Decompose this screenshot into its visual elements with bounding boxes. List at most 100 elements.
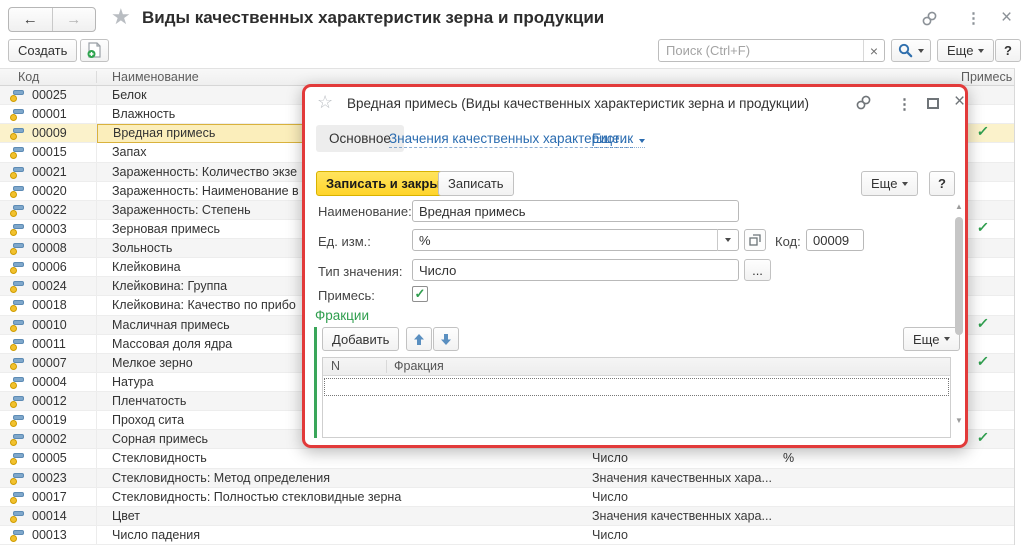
catalog-item-icon <box>11 281 24 293</box>
value-type-field-input[interactable] <box>412 259 739 281</box>
catalog-item-icon <box>11 128 24 140</box>
fractions-table-header: N Фракция <box>323 358 950 376</box>
catalog-item-icon <box>11 453 24 465</box>
cell-name: Пленчатость <box>112 394 186 408</box>
search-button[interactable] <box>891 39 931 62</box>
save-button[interactable]: Записать <box>438 171 514 196</box>
column-separator <box>386 360 387 373</box>
table-row[interactable]: 00014 Цвет Значения качественных хара...… <box>0 507 1014 526</box>
impurity-check-icon: ✓ <box>976 429 990 446</box>
close-icon[interactable]: × <box>1001 9 1012 26</box>
name-field-label: Наименование: <box>318 204 412 219</box>
column-separator <box>96 430 97 448</box>
cell-code: 00025 <box>32 88 67 102</box>
impurity-check-icon: ✓ <box>976 353 990 370</box>
fractions-more-label: Еще <box>913 332 939 347</box>
dialog-close-icon[interactable]: × <box>954 93 965 110</box>
fractions-more-button[interactable]: Еще <box>903 327 960 351</box>
scroll-down-icon[interactable]: ▼ <box>954 417 964 425</box>
link-icon[interactable] <box>921 10 938 27</box>
catalog-item-icon <box>11 511 24 523</box>
create-button[interactable]: Создать <box>8 39 77 62</box>
catalog-item-icon <box>11 473 24 485</box>
table-row[interactable]: 00017 Стекловидность: Полностью стеклови… <box>0 488 1014 507</box>
cell-code: 00022 <box>32 203 67 217</box>
page-title: Виды качественных характеристик зерна и … <box>142 8 604 28</box>
column-separator <box>96 507 97 525</box>
move-up-button[interactable] <box>406 327 432 351</box>
unit-dropdown-caret[interactable] <box>717 229 738 251</box>
cell-name: Стекловидность <box>112 451 207 465</box>
column-header-impurity[interactable]: Примесь <box>961 70 1012 84</box>
fractions-section-title: Фракции <box>315 308 369 323</box>
cell-name: Зольность <box>112 241 172 255</box>
cell-name: Запах <box>112 145 146 159</box>
cell-name: Число падения <box>112 528 200 542</box>
cell-code: 00017 <box>32 490 67 504</box>
column-separator <box>96 86 97 104</box>
cell-code: 00010 <box>32 318 67 332</box>
catalog-item-icon <box>11 205 24 217</box>
column-header-name[interactable]: Наименование <box>112 70 199 84</box>
move-down-button[interactable] <box>433 327 459 351</box>
column-separator <box>96 392 97 410</box>
cell-name: Клейковина: Качество по прибо <box>112 298 296 312</box>
column-separator <box>96 163 97 181</box>
fractions-column-fraction[interactable]: Фракция <box>394 359 444 373</box>
tab-more-label: Еще... <box>592 131 631 146</box>
search-input[interactable] <box>659 40 863 61</box>
fractions-table: N Фракция <box>322 357 951 438</box>
table-row[interactable]: 00023 Стекловидность: Метод определения … <box>0 469 1014 488</box>
fractions-column-n[interactable]: N <box>331 359 340 373</box>
create-group-button[interactable] <box>80 39 109 62</box>
nav-history-group: ← → <box>8 7 96 32</box>
dialog-help-button[interactable]: ? <box>929 171 955 196</box>
dialog-more-button[interactable]: Еще <box>861 171 918 196</box>
scroll-up-icon[interactable]: ▲ <box>954 203 964 211</box>
code-field-input[interactable] <box>806 229 864 251</box>
name-field-input[interactable] <box>412 200 739 222</box>
cell-value-type: Число <box>592 528 628 542</box>
catalog-item-icon <box>11 109 24 121</box>
cell-value-type: Значения качественных хара... <box>592 509 772 523</box>
more-menu-icon[interactable]: ⋮ <box>966 9 981 27</box>
dialog-maximize-icon[interactable] <box>927 98 939 109</box>
search-box: × <box>658 39 885 62</box>
cell-name: Стекловидность: Полностью стекловидные з… <box>112 490 401 504</box>
search-clear-icon[interactable]: × <box>863 40 884 61</box>
cell-code: 00023 <box>32 471 67 485</box>
unit-open-icon[interactable] <box>744 229 766 251</box>
dialog-title: Вредная примесь (Виды качественных харак… <box>347 96 809 111</box>
dialog-link-icon[interactable] <box>855 94 872 111</box>
unit-field-input[interactable] <box>412 229 739 251</box>
fractions-add-button[interactable]: Добавить <box>322 327 399 351</box>
list-more-label: Еще <box>947 43 973 58</box>
catalog-item-icon <box>11 147 24 159</box>
dialog-more-menu-icon[interactable]: ⋮ <box>897 95 912 113</box>
help-button[interactable]: ? <box>995 39 1021 62</box>
scrollbar-thumb[interactable] <box>955 217 963 335</box>
cell-unit: % <box>783 451 794 465</box>
cell-code: 00012 <box>32 394 67 408</box>
code-field-label: Код: <box>775 234 801 249</box>
cell-code: 00019 <box>32 413 67 427</box>
dropdown-caret-icon <box>944 337 950 341</box>
catalog-item-icon <box>11 320 24 332</box>
cell-name: Натура <box>112 375 154 389</box>
column-header-code[interactable]: Код <box>18 70 39 84</box>
table-row[interactable]: 00013 Число падения Число ✓ <box>0 526 1014 545</box>
forward-icon[interactable]: → <box>53 8 96 31</box>
tab-more[interactable]: Еще... <box>592 131 645 148</box>
cell-name: Масличная примесь <box>112 318 230 332</box>
list-more-button[interactable]: Еще <box>937 39 994 62</box>
table-row[interactable]: 00005 Стекловидность Число % ✓ <box>0 449 1014 468</box>
dialog-favorite-star-icon[interactable]: ☆ <box>317 92 333 113</box>
favorite-star-icon[interactable]: ★ <box>111 4 131 30</box>
column-separator <box>96 277 97 295</box>
catalog-item-icon <box>11 396 24 408</box>
value-type-choose-button[interactable]: ... <box>744 259 771 281</box>
dropdown-caret-icon <box>918 49 924 53</box>
fractions-empty-row[interactable] <box>324 378 949 396</box>
back-icon[interactable]: ← <box>9 8 53 31</box>
impurity-checkbox[interactable]: ✓ <box>412 286 428 302</box>
